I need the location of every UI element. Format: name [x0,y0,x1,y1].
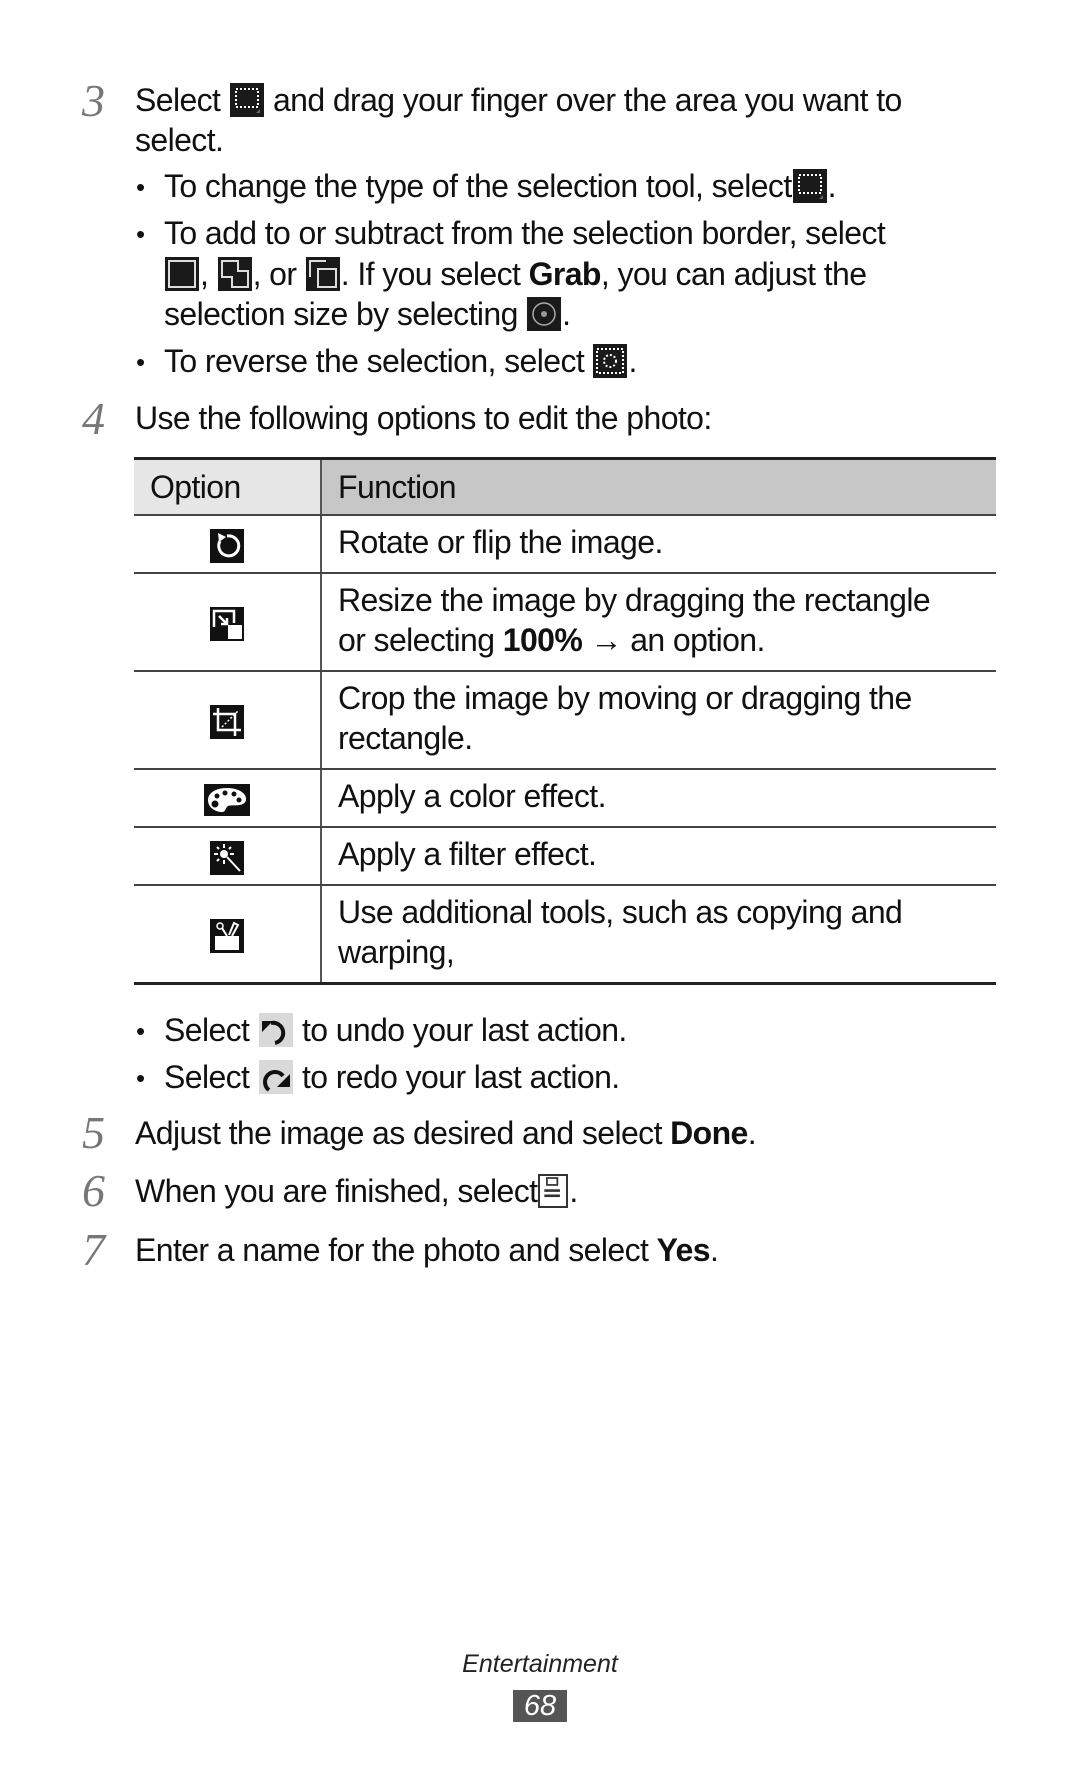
done-label: Done [670,1115,748,1151]
undo-icon [258,1013,293,1047]
text: Adjust the image as desired and select [135,1115,662,1151]
step-number: 6 [82,1165,105,1216]
table-row: Apply a color effect. [134,769,996,828]
text: , you can adjust the [600,256,867,292]
bullet-change-tool: To change the type of the selection tool… [164,166,837,206]
crop-icon [210,704,244,739]
bullet-add-subtract: To add to or subtract from the selection… [164,215,886,251]
step-3-line-1: Select and drag your finger over the are… [135,80,902,120]
save-icon [538,1174,569,1208]
options-table: Option Function Rotate or flip the image… [134,457,996,985]
table-header-row: Option Function [134,457,996,516]
rotate-icon [210,528,244,563]
step-4-text: Use the following options to edit the ph… [135,400,712,436]
step-number: 5 [82,1107,105,1158]
tools-icon [210,918,244,953]
option-cell [134,827,322,886]
function-cell: Use additional tools, such as copying an… [321,885,996,985]
function-text: Use additional tools, such as copying an… [338,894,903,930]
selection-type-icon [792,169,827,203]
text: When you are finished, select [135,1173,538,1209]
add-selection-icon [217,257,252,291]
table-row: Use additional tools, such as copying an… [134,885,996,985]
text: Select [164,1012,250,1048]
text: to undo your last action. [301,1012,627,1048]
bullet-dot: • [136,347,146,377]
header-function: Function [321,457,996,516]
bullet-dot: • [136,1063,146,1093]
bullet-redo: Select to redo your last action. [164,1057,620,1097]
option-cell [134,515,322,574]
subtract-selection-icon [305,257,340,291]
function-text: Resize the image by dragging the rectang… [338,582,931,618]
bullet-text: To change the type of the selection tool… [164,168,792,204]
text: Enter a name for the photo and select [135,1232,649,1268]
function-text: Crop the image by moving or dragging the [338,680,912,716]
step-number: 3 [82,75,105,126]
text: . If you select [340,256,521,292]
header-option: Option [134,457,322,516]
grab-handle-icon [527,297,562,331]
new-selection-icon [165,257,199,291]
table-row: Apply a filter effect. [134,827,996,886]
step-number: 4 [82,393,105,444]
step-text: and drag your finger over the area you w… [272,82,902,118]
punct: . [562,296,571,332]
magic-wand-icon [210,840,244,875]
option-cell [134,885,322,985]
step-7-text: Enter a name for the photo and select Ye… [135,1230,719,1270]
resize-icon [210,606,244,641]
page-number: 68 [513,1690,567,1722]
step-5-text: Adjust the image as desired and select D… [135,1113,757,1153]
step-number: 7 [82,1224,105,1275]
function-text: warping, [338,934,455,970]
text: an option. [630,622,765,658]
function-cell: Apply a color effect. [321,769,996,828]
step-3-line-2: select. [135,122,224,158]
text: selection size by selecting [164,296,518,332]
redo-icon [258,1060,293,1094]
marquee-select-icon [229,83,264,117]
text: , or [252,256,297,292]
bullet-undo: Select to undo your last action. [164,1010,627,1050]
punct: , [200,256,209,292]
bullet-dot: • [136,172,146,202]
bullet-reverse: To reverse the selection, select . [164,341,637,381]
function-cell: Resize the image by dragging the rectang… [321,573,996,672]
step-6-text: When you are finished, select. [135,1171,578,1211]
zoom-100-label: 100% [502,622,583,658]
bullet-add-subtract-line-2: , , or . If you select Grab, you can adj… [164,254,867,294]
text: to redo your last action. [301,1059,620,1095]
table-row: Rotate or flip the image. [134,515,996,574]
punct: . [747,1115,757,1151]
table-row: Resize the image by dragging the rectang… [134,573,996,672]
invert-selection-icon [593,344,628,378]
option-cell [134,769,322,828]
punct: . [827,168,837,204]
section-title: Entertainment [462,1650,618,1678]
option-cell [134,573,322,672]
function-cell: Crop the image by moving or dragging the… [321,671,996,770]
function-cell: Rotate or flip the image. [321,515,996,574]
bullet-dot: • [136,219,146,249]
bullet-text: To reverse the selection, select [164,343,585,379]
punct: . [569,1173,578,1209]
function-text: rectangle. [338,720,473,756]
punct: . [709,1232,719,1268]
palette-icon [204,784,250,817]
grab-label: Grab [528,256,602,292]
option-cell [134,671,322,770]
arrow-icon: → [590,622,623,658]
text: Select [164,1059,250,1095]
function-text-line-2: or selecting 100% → an option. [338,620,986,660]
step-text: Select [135,82,221,118]
yes-label: Yes [656,1232,711,1268]
punct: . [628,343,637,379]
table-row: Crop the image by moving or dragging the… [134,671,996,770]
text: or selecting [338,622,495,658]
function-cell: Apply a filter effect. [321,827,996,886]
bullet-add-subtract-line-3: selection size by selecting . [164,294,571,334]
bullet-dot: • [136,1016,146,1046]
